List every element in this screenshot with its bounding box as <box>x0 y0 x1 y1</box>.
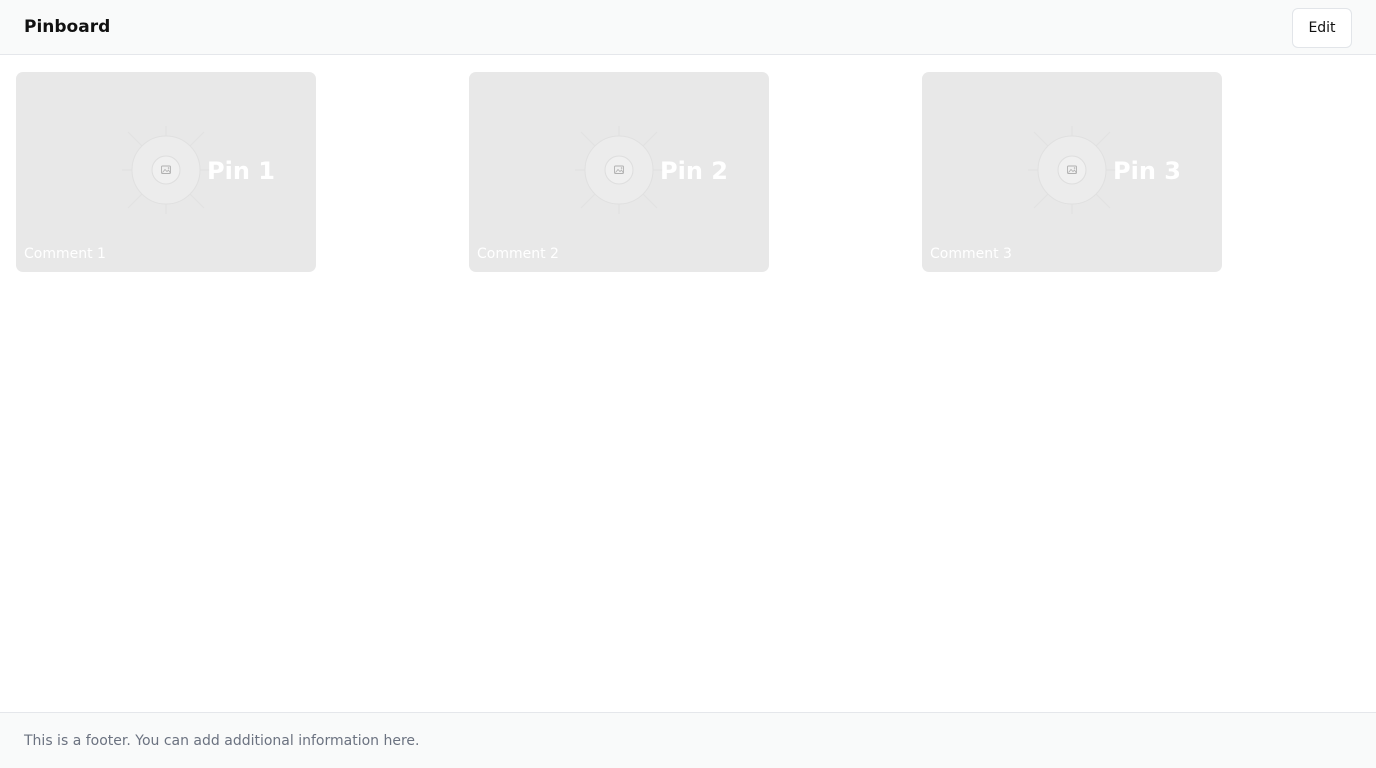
pin-card[interactable]: Pin 1 Comment 1 <box>16 72 316 272</box>
image-placeholder-icon <box>122 126 210 214</box>
pinboard-app: Pinboard Edit Pin 1 Comment 1 Pin 2 Comm… <box>0 0 1376 768</box>
pin-comment: Comment 2 <box>477 246 559 262</box>
pin-title: Pin 1 <box>207 157 275 185</box>
pin-grid: Pin 1 Comment 1 Pin 2 Comment 2 Pin 3 Co… <box>16 72 1360 272</box>
pin-title: Pin 2 <box>660 157 728 185</box>
footer-text: This is a footer. You can add additional… <box>24 733 420 749</box>
image-placeholder-icon <box>575 126 663 214</box>
edit-button[interactable]: Edit <box>1292 8 1352 48</box>
pin-comment: Comment 1 <box>24 246 106 262</box>
pin-card[interactable]: Pin 3 Comment 3 <box>922 72 1222 272</box>
page-title: Pinboard <box>24 17 111 37</box>
pin-card[interactable]: Pin 2 Comment 2 <box>469 72 769 272</box>
header-bar: Pinboard Edit <box>0 0 1376 55</box>
footer: This is a footer. You can add additional… <box>0 712 1376 768</box>
pin-title: Pin 3 <box>1113 157 1181 185</box>
pin-comment: Comment 3 <box>930 246 1012 262</box>
image-placeholder-icon <box>1028 126 1116 214</box>
